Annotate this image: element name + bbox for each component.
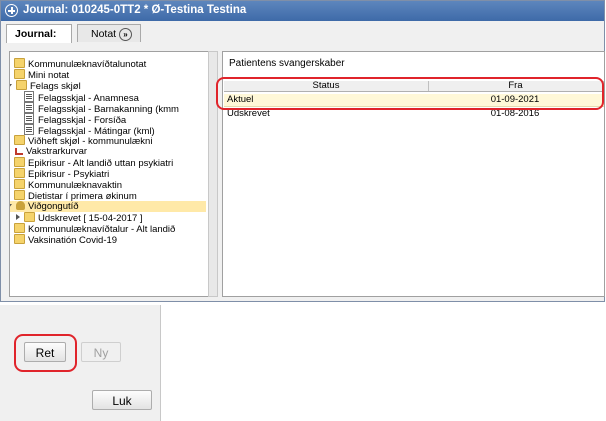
tree-item[interactable]: Kommunulæknavíðtalunotat [14, 58, 146, 70]
folder-icon [14, 179, 25, 189]
document-icon [24, 91, 34, 102]
person-folder-icon [16, 201, 25, 210]
folder-icon [14, 234, 25, 244]
tree-item[interactable]: Kommunulæknavíðtalur - Alt landið [14, 223, 175, 235]
folder-icon [16, 80, 27, 90]
ny-button[interactable]: Ny [81, 342, 121, 362]
tab-journal[interactable]: Journal: [6, 24, 72, 43]
highlight-box-row [216, 77, 604, 110]
tree-item[interactable]: Mini notat [14, 69, 69, 81]
tree-item[interactable]: Felagsskjal - Barnakanning (kmm [24, 102, 179, 115]
document-icon [24, 124, 34, 135]
document-icon [24, 102, 34, 113]
tree-item[interactable]: Epikrisur - Alt landið uttan psykiatri [14, 157, 173, 169]
document-tree: Kommunulæknavíðtalunotat Mini notat Fela… [9, 51, 211, 297]
tree-item[interactable]: Dietistar í primera økinum [14, 190, 137, 202]
title-bar: Journal: 010245-0TT2 * Ø-Testina Testina [1, 1, 604, 21]
folder-icon [14, 157, 25, 167]
add-circle-icon [5, 4, 18, 17]
tree-item[interactable]: Vakstrarkurvar [14, 146, 87, 157]
expand-open-icon[interactable] [10, 84, 12, 88]
expand-open-icon[interactable] [10, 204, 12, 208]
folder-icon [14, 223, 25, 233]
tab-bar: Journal: Notat » [1, 21, 604, 43]
document-icon [24, 113, 34, 124]
folder-icon [14, 190, 25, 200]
journal-window: Journal: 010245-0TT2 * Ø-Testina Testina… [0, 0, 605, 302]
folder-icon [24, 212, 35, 222]
chart-icon [14, 146, 23, 155]
tree-item[interactable]: Felagsskjal - Forsíða [24, 113, 126, 126]
tree-item[interactable]: Felags skjøl [10, 80, 81, 92]
window-title: Journal: 010245-0TT2 * Ø-Testina Testina [23, 4, 247, 16]
double-chevron-icon[interactable]: » [119, 28, 132, 41]
highlight-box-ret [14, 334, 77, 372]
folder-icon [14, 135, 25, 145]
folder-icon [14, 58, 25, 68]
tree-item[interactable]: Felagsskjal - Anamnesa [24, 91, 139, 104]
tree-item-selected[interactable]: Viðgongutíð [10, 201, 206, 212]
luk-button[interactable]: Luk [92, 390, 152, 410]
expand-closed-icon[interactable] [9, 137, 10, 143]
expand-closed-icon[interactable] [16, 214, 20, 220]
tree-item[interactable]: Viðheft skjøl - kommunulækni [9, 135, 152, 147]
folder-icon [14, 168, 25, 178]
tree-item[interactable]: Udskrevet [ 15-04-2017 ] [16, 212, 143, 224]
tab-notat-label: Notat [91, 28, 117, 40]
tree-item[interactable]: Felagsskjal - Mátingar (kml) [24, 124, 155, 137]
tree-item[interactable]: Epikrisur - Psykiatri [14, 168, 109, 180]
panel-title: Patientens svangerskaber [229, 58, 345, 69]
folder-icon [14, 69, 25, 79]
tree-item[interactable]: Vaksinatión Covid-19 [14, 234, 117, 246]
tree-item[interactable]: Kommunulæknavaktin [14, 179, 122, 191]
tab-notat[interactable]: Notat » [77, 24, 141, 42]
